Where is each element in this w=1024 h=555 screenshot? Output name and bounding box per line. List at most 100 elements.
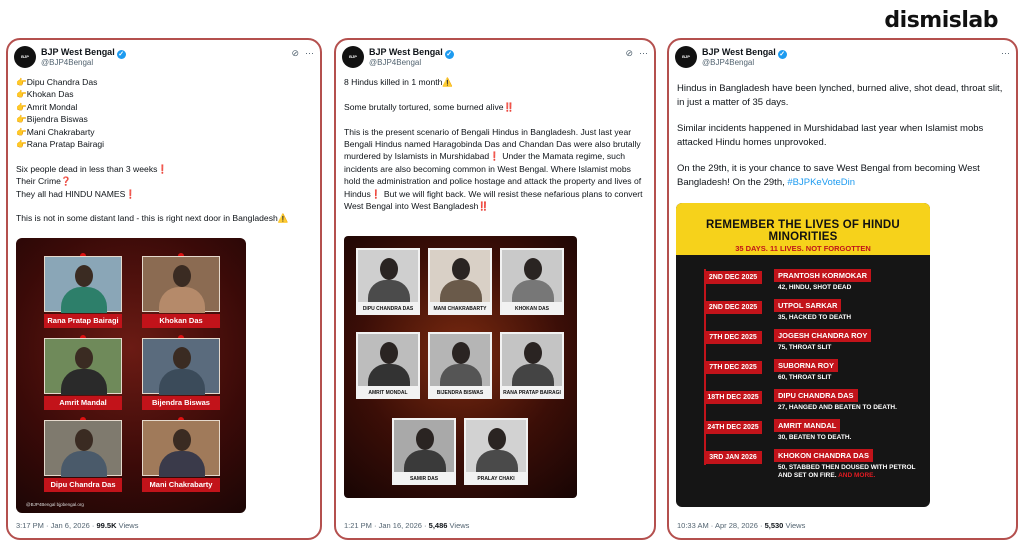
- entry-desc: 60, THROAT SLIT: [778, 374, 832, 381]
- timeline-entry: 2ND DEC 2025 PRANTOSH KORMOKAR 42, HINDU…: [704, 269, 924, 297]
- entry-name: KHOKON CHANDRA DAS: [774, 449, 873, 462]
- tweet-card-2[interactable]: BJP BJP West Bengal ✓ @BJP4Bengal ⊘ ⋯ 8 Hi…: [334, 38, 656, 540]
- verified-badge-icon: ✓: [444, 50, 454, 59]
- victim-label: Bijendra Biswas: [142, 396, 220, 410]
- verified-badge-icon: ✓: [777, 50, 787, 59]
- entry-date: 3RD JAN 2026: [704, 451, 762, 464]
- views-label: Views: [449, 521, 470, 530]
- tweet-card-3[interactable]: BJP BJP West Bengal ✓ @BJP4Bengal ⋯ Hindu…: [667, 38, 1018, 540]
- poster-title: REMEMBER THE LIVES OF HINDU MINORITIES: [706, 219, 900, 243]
- entry-name: PRANTOSH KORMOKAR: [774, 269, 872, 282]
- victim-card: KHOKAN DAS: [500, 248, 564, 315]
- more-icon[interactable]: ⋯: [639, 48, 648, 58]
- victim-label: Khokan Das: [142, 314, 220, 328]
- verified-badge-icon: ✓: [116, 50, 126, 59]
- tweet-image[interactable]: Rana Pratap Bairagi Khokan Das Amrit Man…: [16, 238, 246, 513]
- tweet-card-1[interactable]: BJP BJP West Bengal ✓ @BJP4Bengal ⊘ ⋯ 👉Dip…: [6, 38, 322, 540]
- tweet-meta: 3:17 PM · Jan 6, 2026 · 99.5K Views: [16, 521, 138, 530]
- victim-card: MANI CHAKRABARTY: [428, 248, 492, 315]
- victim-label: RANA PRATAP BAIRAGI: [500, 388, 564, 399]
- victim-label: SAMIR DAS: [392, 474, 456, 485]
- entry-name: UTPOL SARKAR: [774, 299, 842, 312]
- tweet-meta: 10:33 AM · Apr 28, 2026 · 5,530 Views: [677, 521, 805, 530]
- timestamp[interactable]: 1:21 PM · Jan 16, 2026 ·: [344, 521, 427, 530]
- victim-label: Rana Pratap Bairagi: [44, 314, 122, 328]
- tweet-text: 8 Hindus killed in 1 month⚠️ Some brutal…: [344, 77, 643, 212]
- entry-desc: 27, HANGED AND BEATEN TO DEATH.: [778, 404, 897, 411]
- tweet-image[interactable]: DIPU CHANDRA DAS MANI CHAKRABARTY KHOKAN…: [344, 236, 577, 498]
- timeline-entry: 24TH DEC 2025 AMRIT MANDAL 30, BEATEN TO…: [704, 419, 924, 447]
- entry-name: JOGESH CHANDRA ROY: [774, 329, 872, 342]
- timeline-entry: 3RD JAN 2026 KHOKON CHANDRA DAS 50, STAB…: [704, 449, 924, 499]
- victim-label: BIJENDRA BISWAS: [428, 388, 492, 399]
- avatar[interactable]: BJP: [342, 46, 364, 68]
- tweet-header: BJP BJP West Bengal ✓ @BJP4Bengal ⊘ ⋯: [342, 46, 648, 72]
- victim-card: Bijendra Biswas: [142, 335, 220, 410]
- brand-logo: dismislab: [884, 8, 998, 33]
- poster-footer: @BJP4Bengal bjpbengal.org: [26, 502, 84, 507]
- avatar[interactable]: BJP: [14, 46, 36, 68]
- views-label: Views: [118, 521, 139, 530]
- entry-desc: 42, HINDU, SHOT DEAD: [778, 284, 852, 291]
- victim-label: KHOKAN DAS: [500, 304, 564, 315]
- tweet-text: 👉Dipu Chandra Das 👉Khokan Das 👉Amrit Mon…: [16, 77, 289, 224]
- view-count: 99.5K: [96, 521, 117, 530]
- tweet-image[interactable]: REMEMBER THE LIVES OF HINDU MINORITIES 3…: [676, 203, 930, 507]
- timeline-entry: 7TH DEC 2025 JOGESH CHANDRA ROY 75, THRO…: [704, 329, 924, 357]
- entry-date: 7TH DEC 2025: [704, 361, 762, 374]
- grok-icon[interactable]: ⊘: [625, 48, 633, 58]
- grok-icon[interactable]: ⊘: [291, 48, 299, 58]
- timestamp[interactable]: 3:17 PM · Jan 6, 2026 ·: [16, 521, 94, 530]
- view-count: 5,486: [428, 521, 448, 530]
- entry-date: 18TH DEC 2025: [704, 391, 762, 404]
- victim-label: Mani Chakrabarty: [142, 478, 220, 492]
- entry-desc: 50, STABBED THEN DOUSED WITH PETROL AND …: [778, 464, 916, 479]
- view-count: 5,530: [764, 521, 784, 530]
- victim-card: PRALAY CHAKI: [464, 418, 528, 485]
- entry-name: SUBORNA ROY: [774, 359, 838, 372]
- views-label: Views: [785, 521, 806, 530]
- victim-label: DIPU CHANDRA DAS: [356, 304, 420, 315]
- tweet-text: Hindus in Bangladesh have been lynched, …: [677, 83, 1003, 188]
- timeline-entry: 7TH DEC 2025 SUBORNA ROY 60, THROAT SLIT: [704, 359, 924, 387]
- timestamp[interactable]: 10:33 AM · Apr 28, 2026 ·: [677, 521, 762, 530]
- poster-banner: REMEMBER THE LIVES OF HINDU MINORITIES 3…: [676, 203, 930, 255]
- victim-card: Khokan Das: [142, 253, 220, 328]
- victim-card: DIPU CHANDRA DAS: [356, 248, 420, 315]
- entry-date: 2ND DEC 2025: [704, 271, 762, 284]
- hashtag-link[interactable]: #BJPKeVoteDin: [787, 177, 855, 188]
- entry-name: DIPU CHANDRA DAS: [774, 389, 858, 402]
- entry-desc: 75, THROAT SLIT: [778, 344, 832, 351]
- tweet-meta: 1:21 PM · Jan 16, 2026 · 5,486 Views: [344, 521, 469, 530]
- victim-label: PRALAY CHAKI: [464, 474, 528, 485]
- tweet-header: BJP BJP West Bengal ✓ @BJP4Bengal ⊘ ⋯: [14, 46, 314, 72]
- entry-date: 24TH DEC 2025: [704, 421, 762, 434]
- victim-card: AMRIT MONDAL: [356, 332, 420, 399]
- entry-more: AND MORE.: [838, 472, 876, 479]
- victim-card: Dipu Chandra Das: [44, 417, 122, 492]
- victim-label: Amrit Mandal: [44, 396, 122, 410]
- victim-card: BIJENDRA BISWAS: [428, 332, 492, 399]
- victim-label: Dipu Chandra Das: [44, 478, 122, 492]
- entry-date: 7TH DEC 2025: [704, 331, 762, 344]
- victim-label: MANI CHAKRABARTY: [428, 304, 492, 315]
- timeline-entry: 2ND DEC 2025 UTPOL SARKAR 35, HACKED TO …: [704, 299, 924, 327]
- more-icon[interactable]: ⋯: [1001, 48, 1010, 58]
- victim-card: Rana Pratap Bairagi: [44, 253, 122, 328]
- timeline-entry: 18TH DEC 2025 DIPU CHANDRA DAS 27, HANGE…: [704, 389, 924, 417]
- entry-date: 2ND DEC 2025: [704, 301, 762, 314]
- handle[interactable]: @BJP4Bengal: [369, 58, 421, 67]
- victim-card: RANA PRATAP BAIRAGI: [500, 332, 564, 399]
- more-icon[interactable]: ⋯: [305, 48, 314, 58]
- entry-name: AMRIT MANDAL: [774, 419, 841, 432]
- victim-card: Mani Chakrabarty: [142, 417, 220, 492]
- victim-card: SAMIR DAS: [392, 418, 456, 485]
- entry-desc: 30, BEATEN TO DEATH.: [778, 434, 852, 441]
- poster-subtitle: 35 DAYS. 11 LIVES. NOT FORGOTTEN: [735, 244, 871, 253]
- handle[interactable]: @BJP4Bengal: [702, 58, 754, 67]
- tweet-header: BJP BJP West Bengal ✓ @BJP4Bengal ⋯: [675, 46, 1010, 72]
- avatar[interactable]: BJP: [675, 46, 697, 68]
- handle[interactable]: @BJP4Bengal: [41, 58, 93, 67]
- entry-desc: 35, HACKED TO DEATH: [778, 314, 852, 321]
- victim-label: AMRIT MONDAL: [356, 388, 420, 399]
